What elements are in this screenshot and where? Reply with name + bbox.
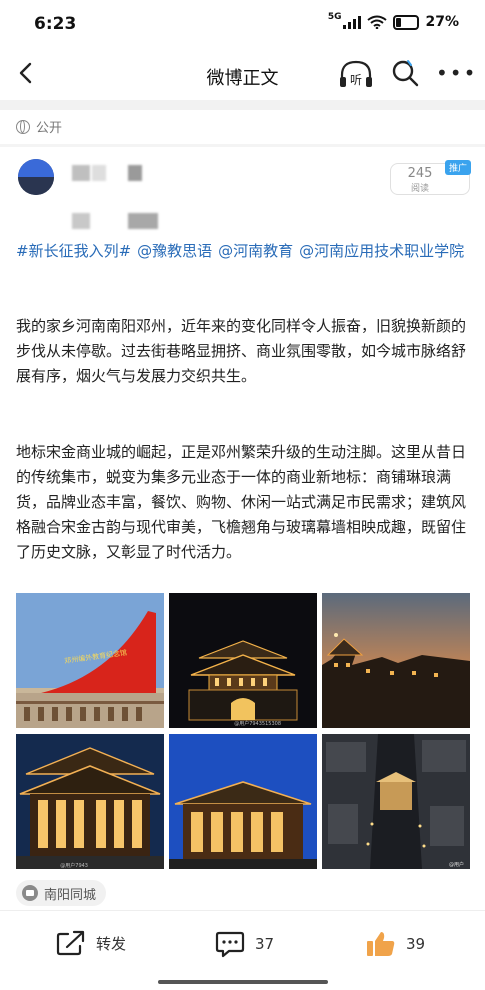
post-paragraph-2: 地标宋金商业城的崛起，正是邓州繁荣升级的生动注脚。这里从昔日的传统集市，蜕变为集… xyxy=(16,443,467,561)
signal-icon xyxy=(343,15,362,29)
photo-watermark: @用户 xyxy=(449,861,464,868)
post-photo-6[interactable]: @用户 xyxy=(322,734,470,869)
top-nav: 微博正文 听 ••• xyxy=(0,48,485,100)
author-name-redacted-2 xyxy=(92,165,106,181)
battery-icon xyxy=(393,14,420,30)
photo-watermark: @用户7943515308 xyxy=(234,720,281,727)
section-divider xyxy=(0,144,485,147)
visibility-label: 公开 xyxy=(36,121,63,136)
post-photo-5[interactable] xyxy=(169,734,317,869)
author-name-redacted-3 xyxy=(128,165,142,181)
listen-label: 听 xyxy=(350,73,362,87)
author-name-redacted xyxy=(72,165,90,181)
post-paragraph-1: 我的家乡河南南阳邓州，近年来的变化同样令人振奋，旧貌换新颜的步伐从未停歇。过去街… xyxy=(16,317,467,385)
search-icon[interactable] xyxy=(390,58,420,88)
mention-link[interactable]: @河南应用技术职业学院 xyxy=(299,242,464,260)
read-count-box: 245 阅读 推广 xyxy=(390,160,471,195)
repost-button[interactable]: 转发 xyxy=(56,930,126,956)
header-divider xyxy=(0,100,485,110)
post-photo-4[interactable]: @用户7943 xyxy=(16,734,164,869)
post-photo-1[interactable]: 邓州编外教育纪念馆 xyxy=(16,593,164,728)
home-indicator[interactable] xyxy=(158,980,328,984)
battery-percent: 27% xyxy=(425,14,459,30)
status-time: 6:23 xyxy=(34,14,77,34)
photo-watermark: @用户7943 xyxy=(60,862,88,869)
location-building-icon xyxy=(22,885,38,901)
globe-icon xyxy=(16,119,30,134)
author-meta-redacted xyxy=(72,213,90,229)
repost-label: 转发 xyxy=(96,934,127,953)
location-label: 南阳同城 xyxy=(44,887,97,903)
post-photo-2[interactable]: @用户7943515308 xyxy=(169,593,317,728)
post-visibility: 公开 xyxy=(16,117,62,136)
mention-link[interactable]: @河南教育 xyxy=(218,242,293,260)
status-indicators: 5G 27% xyxy=(327,12,459,30)
bottom-action-bar: 转发 37 39 xyxy=(0,910,485,990)
read-label: 阅读 xyxy=(410,184,429,194)
read-count: 245 xyxy=(407,166,433,181)
repost-icon xyxy=(56,930,85,956)
mention-link[interactable]: @豫教思语 xyxy=(137,242,212,260)
post-hashtags: #新长征我入列# @豫教思语 @河南教育 @河南应用技术职业学院 xyxy=(16,238,471,264)
like-button[interactable]: 39 xyxy=(366,930,425,958)
comment-button[interactable]: 37 xyxy=(215,930,274,958)
hashtag-link[interactable]: #新长征我入列# xyxy=(16,242,131,260)
thumbs-up-icon xyxy=(367,932,395,956)
network-type: 5G xyxy=(327,12,342,22)
listen-headphones-icon[interactable]: 听 xyxy=(338,58,374,90)
promo-badge[interactable]: 推广 xyxy=(444,160,471,175)
location-chip[interactable]: 南阳同城 xyxy=(16,880,107,906)
author-avatar[interactable] xyxy=(18,159,54,195)
status-bar: 6:23 5G 27% xyxy=(0,0,485,48)
post-photo-3[interactable] xyxy=(322,593,470,728)
like-count: 39 xyxy=(406,935,426,953)
comment-count: 37 xyxy=(255,935,275,953)
wifi-icon xyxy=(367,15,388,29)
comment-icon xyxy=(215,931,245,958)
author-meta-redacted-2 xyxy=(128,213,158,229)
more-options-icon[interactable]: ••• xyxy=(436,63,475,83)
